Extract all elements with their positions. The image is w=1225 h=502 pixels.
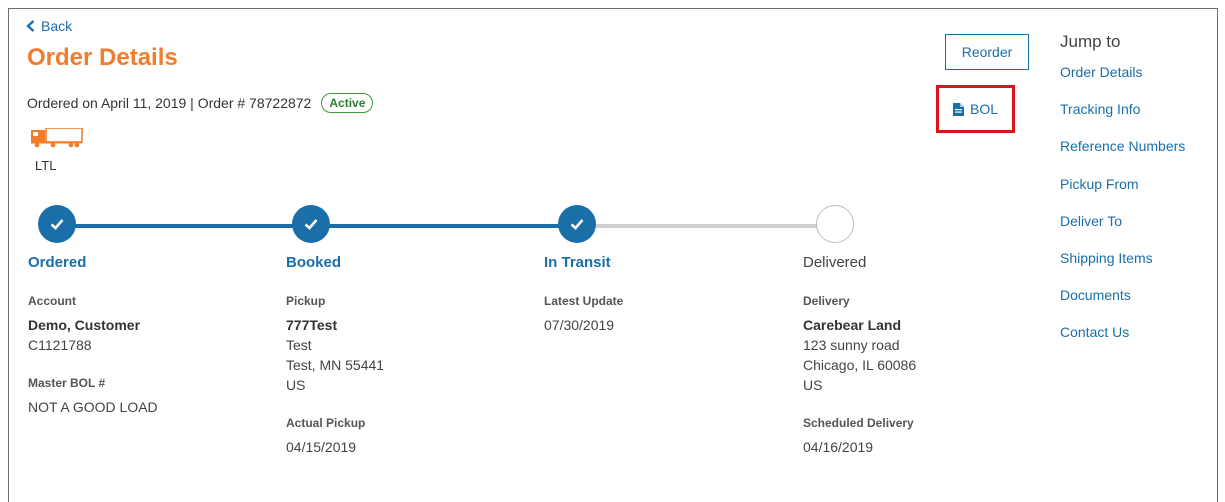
jump-link-order-details[interactable]: Order Details bbox=[1060, 64, 1185, 101]
stage-node-in-transit bbox=[558, 205, 596, 243]
account-id: C1121788 bbox=[28, 337, 92, 353]
jump-link-shipping-items[interactable]: Shipping Items bbox=[1060, 250, 1185, 287]
jump-link-reference-numbers[interactable]: Reference Numbers bbox=[1060, 138, 1185, 175]
checkmark-icon bbox=[304, 219, 318, 230]
stage-label-in-transit: In Transit bbox=[544, 254, 611, 271]
checkmark-icon bbox=[50, 219, 64, 230]
pickup-name: 777Test bbox=[286, 317, 338, 333]
in-transit-column: In Transit Latest Update 07/30/2019 bbox=[544, 254, 784, 335]
progress-tracker bbox=[0, 0, 1000, 260]
jump-to-title: Jump to bbox=[1060, 32, 1121, 51]
stage-node-booked bbox=[292, 205, 330, 243]
master-bol-value: NOT A GOOD LOAD bbox=[28, 399, 158, 415]
jump-link-pickup-from[interactable]: Pickup From bbox=[1060, 176, 1185, 213]
account-label: Account bbox=[28, 294, 76, 308]
ordered-column: Ordered Account Demo, Customer C1121788 … bbox=[28, 254, 268, 417]
delivered-column: Delivered Delivery Carebear Land 123 sun… bbox=[803, 254, 1043, 457]
jump-to-list: Order Details Tracking Info Reference Nu… bbox=[1060, 64, 1185, 362]
jump-link-deliver-to[interactable]: Deliver To bbox=[1060, 213, 1185, 250]
booked-column: Booked Pickup 777Test Test Test, MN 5544… bbox=[286, 254, 526, 457]
stage-label-booked: Booked bbox=[286, 254, 342, 271]
pickup-address-line2: Test, MN 55441 bbox=[286, 357, 385, 373]
delivery-country: US bbox=[803, 377, 823, 393]
stage-node-delivered bbox=[816, 205, 854, 243]
latest-update-label: Latest Update bbox=[544, 294, 624, 308]
checkmark-icon bbox=[570, 219, 584, 230]
jump-link-contact-us[interactable]: Contact Us bbox=[1060, 324, 1185, 361]
jump-link-documents[interactable]: Documents bbox=[1060, 287, 1185, 324]
stage-label-delivered: Delivered bbox=[803, 254, 867, 271]
delivery-name: Carebear Land bbox=[803, 317, 902, 333]
pickup-address-line1: Test bbox=[286, 337, 312, 353]
stage-node-ordered bbox=[38, 205, 76, 243]
jump-to-nav: Jump to Order Details Tracking Info Refe… bbox=[1060, 32, 1185, 362]
actual-pickup-date: 04/15/2019 bbox=[286, 439, 357, 455]
scheduled-delivery-date: 04/16/2019 bbox=[803, 439, 874, 455]
latest-update-date: 07/30/2019 bbox=[544, 317, 615, 333]
jump-link-tracking-info[interactable]: Tracking Info bbox=[1060, 101, 1185, 138]
delivery-address-line2: Chicago, IL 60086 bbox=[803, 357, 917, 373]
actual-pickup-label: Actual Pickup bbox=[286, 416, 366, 430]
stage-label-ordered: Ordered bbox=[28, 254, 87, 271]
master-bol-label: Master BOL # bbox=[28, 376, 106, 390]
account-name: Demo, Customer bbox=[28, 317, 141, 333]
scheduled-delivery-label: Scheduled Delivery bbox=[803, 416, 914, 430]
delivery-address-line1: 123 sunny road bbox=[803, 337, 900, 353]
pickup-country: US bbox=[286, 377, 306, 393]
delivery-label: Delivery bbox=[803, 294, 850, 308]
pickup-label: Pickup bbox=[286, 294, 326, 308]
progress-bar-remaining bbox=[577, 224, 835, 228]
